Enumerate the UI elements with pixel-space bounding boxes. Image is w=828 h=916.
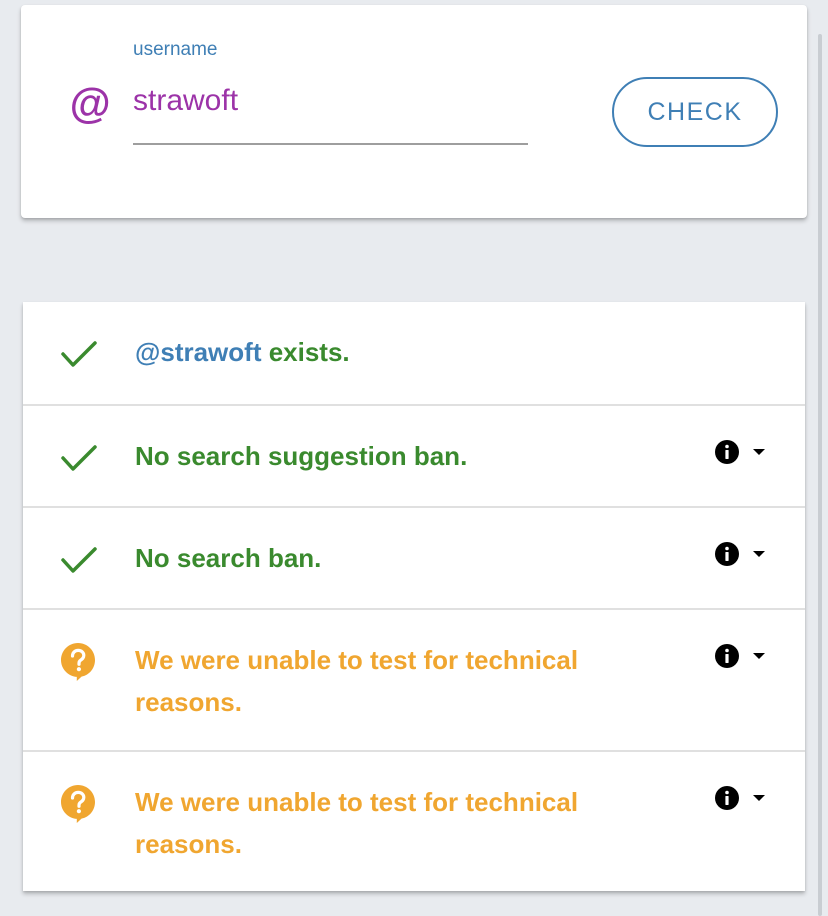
username-input[interactable] [133, 83, 528, 145]
chevron-down-icon [753, 653, 765, 659]
info-toggle[interactable] [715, 438, 771, 466]
info-toggle[interactable] [715, 540, 771, 568]
result-row-ghost-ban: We were unable to test for technical rea… [23, 608, 805, 750]
result-message: No search ban. [135, 543, 322, 573]
chevron-down-icon [753, 795, 765, 801]
result-row-suggestion-ban: No search suggestion ban. [23, 404, 805, 506]
username-label: username [133, 39, 218, 60]
result-row-exists: @strawoft exists. [23, 302, 805, 404]
info-toggle[interactable] [715, 642, 771, 670]
at-icon: @ [69, 80, 110, 127]
result-message: exists. [261, 337, 350, 367]
result-message: We were unable to test for technical rea… [135, 787, 579, 859]
result-text: @strawoft exists. [135, 331, 635, 373]
check-icon [61, 341, 97, 367]
chevron-down-icon [753, 551, 765, 557]
info-icon [715, 644, 739, 668]
info-toggle[interactable] [715, 784, 771, 812]
results-card: @strawoft exists. No search suggestion b… [23, 302, 805, 891]
result-message: No search suggestion ban. [135, 441, 468, 471]
search-card: @ username CHECK [21, 5, 807, 218]
chevron-down-icon [753, 449, 765, 455]
result-row-reply-deboosting: We were unable to test for technical rea… [23, 750, 805, 891]
question-bubble-icon [61, 643, 95, 681]
result-row-search-ban: No search ban. [23, 506, 805, 608]
question-bubble-icon [61, 785, 95, 823]
check-icon [61, 547, 97, 573]
info-icon [715, 440, 739, 464]
scrollbar[interactable] [818, 34, 822, 916]
result-handle: @strawoft [135, 337, 262, 367]
check-button[interactable]: CHECK [612, 77, 778, 147]
info-icon [715, 542, 739, 566]
result-message: We were unable to test for technical rea… [135, 645, 579, 717]
info-icon [715, 786, 739, 810]
check-icon [61, 445, 97, 471]
